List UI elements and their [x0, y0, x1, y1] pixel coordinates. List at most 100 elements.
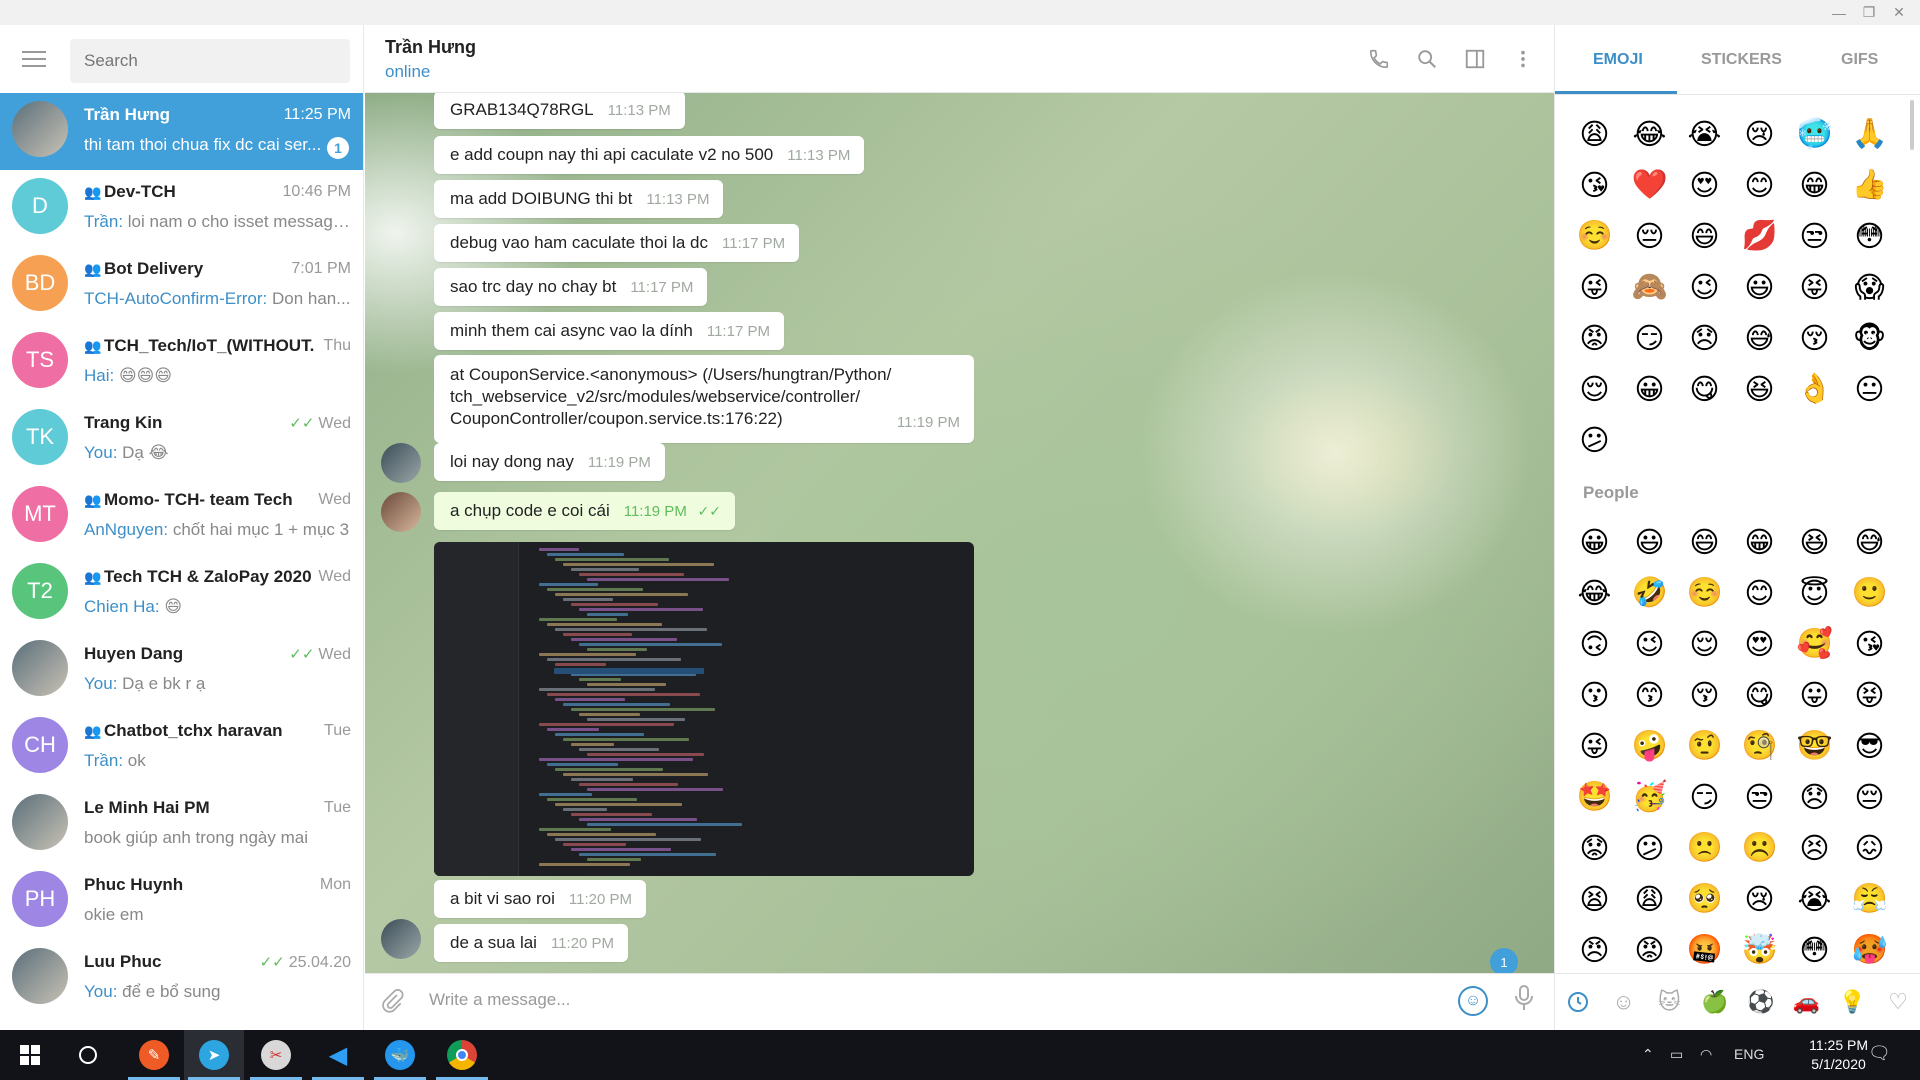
tab-stickers[interactable]: STICKERS — [1701, 51, 1782, 69]
emoji-item[interactable]: 😗 — [1567, 669, 1622, 720]
wifi-icon[interactable]: ◠ — [1700, 1046, 1712, 1063]
emoji-item[interactable]: 🙂 — [1842, 567, 1897, 618]
emoji-item[interactable]: 😐 — [1842, 363, 1897, 414]
emoji-item[interactable]: 😄 — [1677, 516, 1732, 567]
emoji-item[interactable]: 😘 — [1842, 618, 1897, 669]
attach-icon[interactable] — [379, 988, 405, 1021]
emoji-item[interactable]: 😙 — [1622, 669, 1677, 720]
sidebar-toggle-icon[interactable] — [1461, 45, 1489, 73]
emoji-item[interactable]: 😣 — [1787, 822, 1842, 873]
language-indicator[interactable]: ENG — [1734, 1046, 1764, 1062]
microphone-icon[interactable] — [1512, 984, 1536, 1019]
message-bubble[interactable]: a bit vi sao roi 11:20 PM — [434, 880, 646, 918]
message-bubble[interactable]: ma add DOIBUNG thi bt 11:13 PM — [434, 180, 724, 218]
heart-icon[interactable]: ♡ — [1875, 974, 1920, 1030]
close-button[interactable]: ✕ — [1884, 0, 1914, 25]
code-screenshot-image[interactable] — [434, 542, 974, 876]
emoji-item[interactable]: 😇 — [1787, 567, 1842, 618]
emoji-item[interactable]: 😍 — [1732, 618, 1787, 669]
emoji-item[interactable]: 😜 — [1567, 261, 1622, 312]
emoji-item[interactable]: 😞 — [1677, 312, 1732, 363]
emoji-item[interactable]: 😢 — [1732, 108, 1787, 159]
chat-list-item[interactable]: PH Phuc Huynh Mon okie em — [0, 863, 363, 940]
app-docker-icon[interactable]: 🐳 — [370, 1030, 430, 1080]
emoji-item[interactable]: 🤬 — [1677, 924, 1732, 975]
emoji-button[interactable]: ☺ — [1458, 986, 1488, 1016]
emoji-item[interactable]: ❤️ — [1622, 159, 1677, 210]
message-bubble[interactable]: sao trc day no chay bt 11:17 PM — [434, 268, 708, 306]
chat-list-item[interactable]: TK Trang Kin ✓✓ Wed You: Dạ 😂 — [0, 401, 363, 478]
taskbar-clock[interactable]: 11:25 PM 5/1/2020 — [1809, 1036, 1868, 1074]
more-options-icon[interactable] — [1509, 45, 1537, 73]
message-bubble[interactable]: minh them cai async vao la dính 11:17 PM — [434, 312, 784, 350]
message-bubble[interactable]: de a sua lai 11:20 PM — [434, 924, 629, 962]
emoji-item[interactable]: 🤓 — [1787, 720, 1842, 771]
emoji-item[interactable]: 😟 — [1567, 822, 1622, 873]
emoji-item[interactable]: 🧐 — [1732, 720, 1787, 771]
emoji-item[interactable]: 🤯 — [1732, 924, 1787, 975]
emoji-item[interactable]: 😄 — [1677, 210, 1732, 261]
emoji-item[interactable]: 😅 — [1732, 312, 1787, 363]
emoji-item[interactable]: 😭 — [1677, 108, 1732, 159]
emoji-item[interactable]: 😆 — [1732, 363, 1787, 414]
message-input[interactable]: Write a message... — [429, 990, 570, 1010]
emoji-item[interactable]: 😋 — [1677, 363, 1732, 414]
emoji-item[interactable]: 😭 — [1787, 873, 1842, 924]
tray-chevron-icon[interactable]: ⌃ — [1642, 1046, 1654, 1063]
message-bubble[interactable]: e add coupn nay thi api caculate v2 no 5… — [434, 136, 865, 174]
restore-button[interactable]: ❐ — [1854, 0, 1884, 25]
emoji-item[interactable]: 🤨 — [1677, 720, 1732, 771]
phone-icon[interactable] — [1365, 45, 1393, 73]
emoji-item[interactable]: 🐵 — [1842, 312, 1897, 363]
emoji-item[interactable]: 😜 — [1567, 720, 1622, 771]
battery-icon[interactable]: ▭ — [1670, 1046, 1683, 1063]
app-vscode-icon[interactable]: ◀ — [308, 1030, 368, 1080]
emoji-item[interactable]: 😫 — [1567, 873, 1622, 924]
emoji-item[interactable]: 💋 — [1732, 210, 1787, 261]
chat-list-item[interactable]: Luu Phuc ✓✓ 25.04.20 You: để e bổ sung — [0, 940, 363, 1017]
emoji-item[interactable]: 😞 — [1787, 771, 1842, 822]
emoji-item[interactable]: 😚 — [1787, 312, 1842, 363]
emoji-item[interactable]: 😕 — [1567, 414, 1622, 465]
emoji-item[interactable]: 😊 — [1732, 567, 1787, 618]
emoji-item[interactable]: 😀 — [1622, 363, 1677, 414]
emoji-item[interactable]: 😔 — [1842, 771, 1897, 822]
emoji-item[interactable]: 😡 — [1622, 924, 1677, 975]
emoji-item[interactable]: 😃 — [1622, 516, 1677, 567]
emoji-item[interactable]: 🥺 — [1677, 873, 1732, 924]
app-chrome-icon[interactable] — [432, 1030, 492, 1080]
chat-title[interactable]: Trần Hưng — [385, 37, 476, 58]
outgoing-message-bubble[interactable]: a chụp code e coi cái 11:19 PM ✓✓ — [434, 492, 736, 530]
chat-list-item[interactable]: Trần Hưng 11:25 PM thi tam thoi chua fix d… — [0, 93, 363, 170]
emoji-item[interactable]: 😱 — [1842, 261, 1897, 312]
search-input[interactable] — [70, 39, 350, 83]
emoji-item[interactable]: 😳 — [1842, 210, 1897, 261]
emoji-item[interactable]: 😏 — [1622, 312, 1677, 363]
emoji-item[interactable]: 😚 — [1677, 669, 1732, 720]
minimize-button[interactable]: — — [1824, 0, 1854, 25]
notification-icon[interactable]: 🗨 — [1868, 1043, 1891, 1064]
search-icon[interactable] — [1413, 45, 1441, 73]
emoji-item[interactable]: 😝 — [1842, 669, 1897, 720]
windows-start-icon[interactable] — [0, 1030, 60, 1080]
apple-icon[interactable]: 🍏 — [1692, 974, 1738, 1030]
chat-list-item[interactable]: Huyen Dang ✓✓ Wed You: Dạ e bk r ạ — [0, 632, 363, 709]
emoji-item[interactable]: 🙏 — [1842, 108, 1897, 159]
emoji-item[interactable]: 😌 — [1677, 618, 1732, 669]
emoji-item[interactable]: 😔 — [1622, 210, 1677, 261]
chat-list-item[interactable]: BD 👥 Bot Delivery 7:01 PM TCH-AutoConfirm-Er… — [0, 247, 363, 324]
emoji-item[interactable]: 😳 — [1787, 924, 1842, 975]
emoji-item[interactable]: ☹️ — [1732, 822, 1787, 873]
tab-emoji[interactable]: EMOJI — [1593, 51, 1643, 69]
sender-avatar[interactable] — [381, 919, 421, 959]
emoji-item[interactable]: 😛 — [1787, 669, 1842, 720]
recent-icon[interactable] — [1555, 974, 1601, 1030]
emoji-item[interactable]: 👍 — [1842, 159, 1897, 210]
smile-icon[interactable]: ☺ — [1601, 974, 1647, 1030]
emoji-item[interactable]: 🙁 — [1677, 822, 1732, 873]
emoji-item[interactable]: 😝 — [1787, 261, 1842, 312]
emoji-scrollbar[interactable] — [1910, 100, 1914, 150]
emoji-item[interactable]: 🙃 — [1567, 618, 1622, 669]
chat-list-item[interactable]: MT 👥 Momo- TCH- team Tech Wed AnNguyen: chốt… — [0, 478, 363, 555]
emoji-item[interactable]: 😁 — [1732, 516, 1787, 567]
